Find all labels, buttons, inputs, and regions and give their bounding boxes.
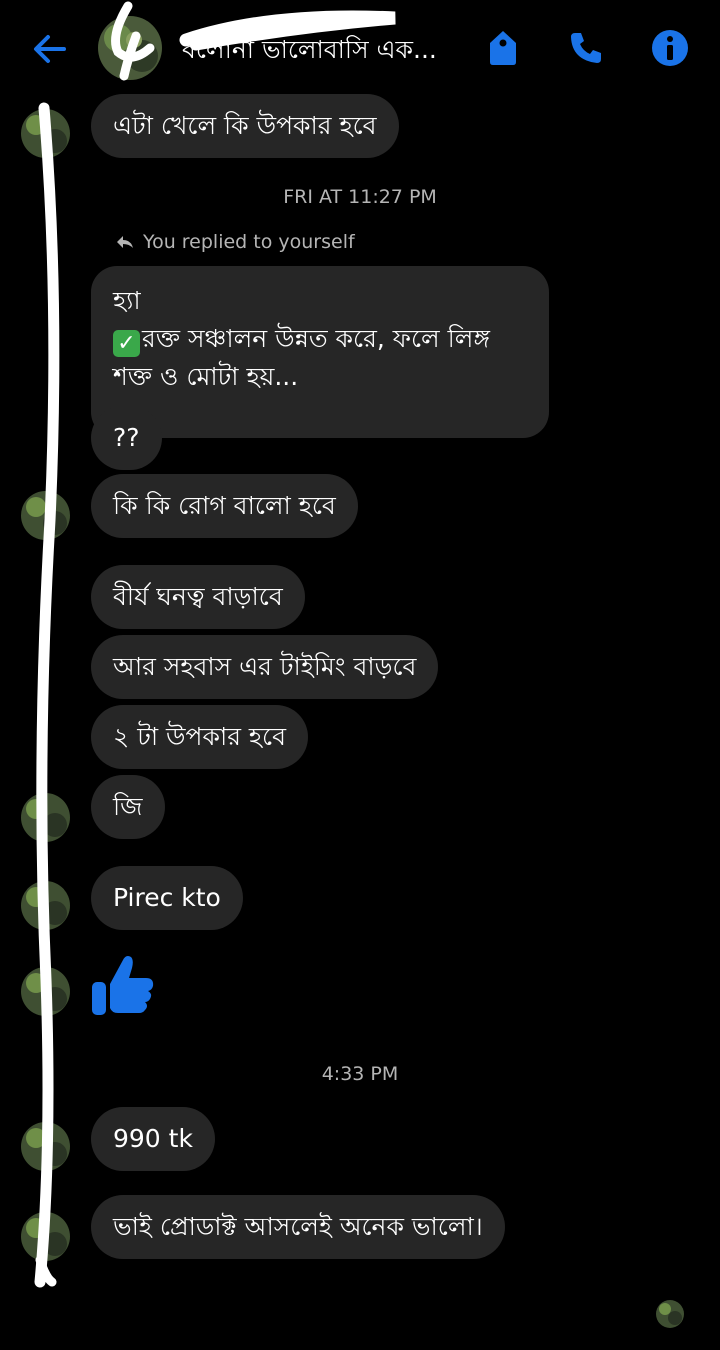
message-bubble[interactable]: 990 tk bbox=[91, 1107, 215, 1171]
avatar[interactable] bbox=[21, 881, 70, 930]
message-bubble[interactable]: Pirec kto bbox=[91, 866, 243, 930]
avatar[interactable] bbox=[21, 109, 70, 158]
avatar[interactable] bbox=[21, 491, 70, 540]
replied-message-bubble[interactable]: হ্যা ✓ রক্ত সঞ্চালন উন্নত করে, ফলে লিঙ্গ … bbox=[91, 266, 549, 438]
message-bubble[interactable]: জি bbox=[91, 775, 165, 839]
arrow-left-icon[interactable] bbox=[28, 28, 70, 70]
reply-line-2-text: রক্ত সঞ্চালন উন্নত করে, ফলে লিঙ্গ শক্ত ও… bbox=[113, 324, 490, 391]
timestamp: FRI AT 11:27 PM bbox=[283, 186, 437, 208]
message-bubble[interactable]: ?? bbox=[91, 406, 162, 470]
check-box-icon: ✓ bbox=[113, 330, 140, 357]
chat-header: বলোনা ভালোবাসি এক... bbox=[0, 0, 720, 96]
contact-avatar[interactable] bbox=[98, 16, 162, 80]
reply-note: You replied to yourself bbox=[115, 231, 355, 253]
reply-line-1: হ্যা bbox=[113, 286, 141, 315]
avatar[interactable] bbox=[21, 967, 70, 1016]
reply-note-text: You replied to yourself bbox=[143, 231, 355, 253]
phone-icon[interactable] bbox=[566, 28, 606, 68]
message-bubble[interactable]: ২ টা উপকার হবে bbox=[91, 705, 308, 769]
seen-avatar bbox=[656, 1300, 684, 1328]
avatar[interactable] bbox=[21, 1212, 70, 1261]
reply-arrow-icon bbox=[117, 236, 133, 248]
message-bubble[interactable]: আর সহবাস এর টাইমিং বাড়বে bbox=[91, 635, 439, 699]
message-bubble[interactable]: এটা খেলে কি উপকার হবে bbox=[91, 94, 399, 158]
tag-icon[interactable] bbox=[483, 28, 523, 68]
avatar[interactable] bbox=[21, 1122, 70, 1171]
message-bubble[interactable]: কি কি রোগ বালো হবে bbox=[91, 474, 358, 538]
info-icon[interactable] bbox=[650, 28, 690, 68]
reply-line-2: ✓ রক্ত সঞ্চালন উন্নত করে, ফলে লিঙ্গ শক্ত … bbox=[113, 320, 527, 396]
chat-title[interactable]: বলোনা ভালোবাসি এক... bbox=[182, 30, 472, 73]
thumbs-up-icon[interactable] bbox=[88, 950, 158, 1020]
message-bubble[interactable]: ভাই প্রোডাক্ট আসলেই অনেক ভালো। bbox=[91, 1195, 505, 1259]
avatar[interactable] bbox=[21, 793, 70, 842]
message-bubble[interactable]: বীর্য ঘনত্ব বাড়াবে bbox=[91, 565, 305, 629]
timestamp: 4:33 PM bbox=[321, 1063, 399, 1085]
